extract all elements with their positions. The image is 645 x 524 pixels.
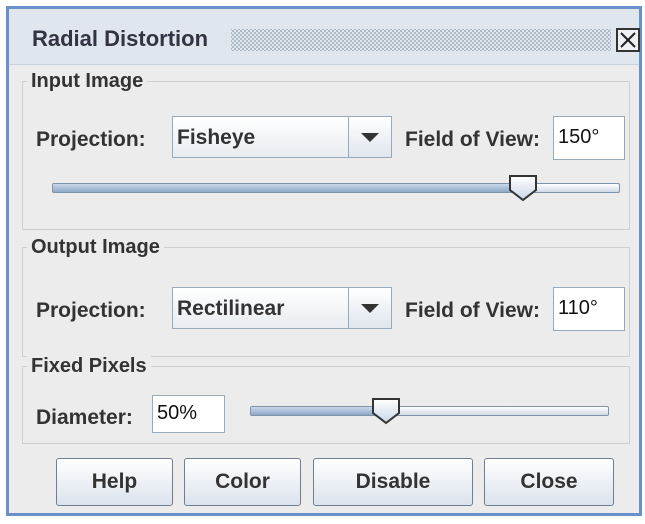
- input-image-title: Input Image: [27, 69, 148, 93]
- output-projection-label: Projection:: [36, 299, 146, 322]
- help-button[interactable]: Help: [56, 458, 173, 506]
- input-fov-slider[interactable]: [52, 174, 620, 204]
- diameter-slider-track: [250, 406, 609, 416]
- input-projection-value: Fisheye: [177, 126, 256, 149]
- input-fov-label: Field of View:: [405, 128, 540, 151]
- input-fov-field[interactable]: 150°: [553, 116, 625, 160]
- diameter-slider[interactable]: [250, 397, 609, 427]
- input-image-group: Input Image Projection: Fisheye Field of…: [22, 69, 630, 230]
- output-fov-label: Field of View:: [405, 299, 540, 322]
- close-icon[interactable]: [616, 28, 640, 52]
- fixed-pixels-group: Fixed Pixels Diameter: 50%: [22, 354, 630, 444]
- radial-distortion-dialog: Radial Distortion Input Image Projection…: [6, 6, 642, 516]
- input-projection-label: Projection:: [36, 128, 146, 151]
- output-fov-field[interactable]: 110°: [553, 287, 625, 331]
- chevron-down-icon[interactable]: [348, 288, 391, 328]
- fixed-pixels-title: Fixed Pixels: [27, 354, 151, 378]
- output-projection-select[interactable]: Rectilinear: [172, 287, 392, 329]
- diameter-field[interactable]: 50%: [152, 395, 225, 433]
- output-projection-value: Rectilinear: [177, 297, 285, 320]
- diameter-label: Diameter:: [36, 406, 133, 429]
- title-bar[interactable]: Radial Distortion: [9, 9, 640, 65]
- input-fov-slider-thumb[interactable]: [508, 174, 538, 202]
- chevron-down-icon[interactable]: [348, 117, 391, 157]
- diameter-slider-fill: [251, 407, 387, 415]
- close-button[interactable]: Close: [484, 458, 614, 506]
- output-image-group: Output Image Projection: Rectilinear Fie…: [22, 235, 630, 357]
- title-bar-grip[interactable]: [231, 29, 611, 51]
- disable-button[interactable]: Disable: [313, 458, 473, 506]
- color-button[interactable]: Color: [184, 458, 301, 506]
- window-title: Radial Distortion: [32, 26, 209, 51]
- output-image-title: Output Image: [27, 235, 164, 259]
- diameter-slider-thumb[interactable]: [371, 397, 401, 425]
- input-projection-select[interactable]: Fisheye: [172, 116, 392, 158]
- input-fov-slider-fill: [53, 184, 523, 192]
